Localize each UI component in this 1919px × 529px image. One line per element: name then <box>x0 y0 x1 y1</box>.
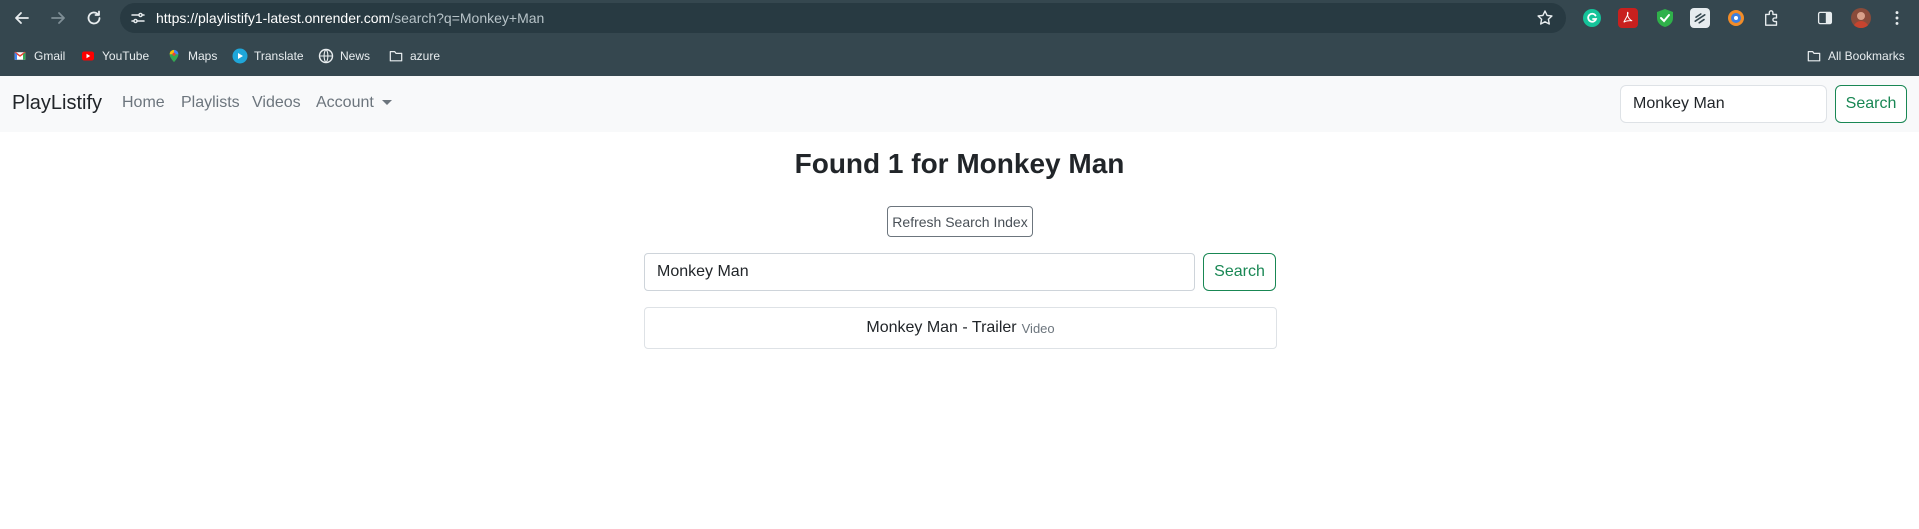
all-bookmarks-label: All Bookmarks <box>1828 49 1905 63</box>
bookmark-translate[interactable]: Translate <box>232 47 304 65</box>
zip-extension-icon[interactable] <box>1690 8 1710 28</box>
all-bookmarks-button[interactable]: All Bookmarks <box>1806 47 1905 65</box>
nav-dropdown-account[interactable]: Account <box>316 94 392 112</box>
refresh-search-index-button[interactable]: Refresh Search Index <box>887 206 1033 237</box>
translate-icon <box>232 48 248 64</box>
gmail-icon <box>12 48 28 64</box>
extensions-puzzle-icon[interactable] <box>1762 8 1782 28</box>
reload-icon <box>87 10 101 25</box>
main-search-button[interactable]: Search <box>1203 253 1276 291</box>
bookmark-label: Translate <box>254 49 304 63</box>
bookmark-label: YouTube <box>102 49 150 63</box>
app-navbar: PlayListify Home Playlists Videos Accoun… <box>0 76 1919 132</box>
main-search-input[interactable]: Monkey Man <box>644 253 1195 291</box>
nav-link-playlists[interactable]: Playlists <box>181 94 240 112</box>
result-type-label: Video <box>1021 320 1055 336</box>
nav-link-home[interactable]: Home <box>122 94 165 112</box>
url-path: /search?q=Monkey+Man <box>390 10 545 26</box>
brand-logo[interactable]: PlayListify <box>12 92 102 115</box>
folder-icon <box>1806 48 1822 64</box>
bookmark-folder-azure[interactable]: azure <box>388 47 440 65</box>
maps-icon <box>166 48 182 64</box>
folder-icon <box>388 48 404 64</box>
site-settings-icon[interactable] <box>130 10 146 26</box>
page-title: Found 1 for Monkey Man <box>794 148 1125 179</box>
bookmark-news[interactable]: News <box>318 47 370 65</box>
arrow-left-icon <box>15 12 29 24</box>
url-host: https://playlistify1-latest.onrender.com <box>156 10 391 26</box>
browser-toolbar: https://playlistify1-latest.onrender.com… <box>0 0 1919 36</box>
arrow-right-icon <box>51 12 65 24</box>
bookmarks-bar: Gmail YouTube Maps Translate News azure … <box>0 36 1919 76</box>
grammarly-icon[interactable] <box>1582 8 1602 28</box>
bookmark-label: News <box>340 49 371 63</box>
bookmark-gmail[interactable]: Gmail <box>12 47 65 65</box>
browser-menu-icon[interactable] <box>1887 8 1907 28</box>
address-bar[interactable]: https://playlistify1-latest.onrender.com… <box>120 3 1566 33</box>
navbar-search-button[interactable]: Search <box>1835 85 1907 123</box>
result-title: Monkey Man - Trailer <box>866 319 1017 336</box>
back-button[interactable] <box>10 6 34 30</box>
bookmark-label: azure <box>410 49 441 63</box>
nav-link-videos[interactable]: Videos <box>252 94 301 112</box>
bookmark-label: Maps <box>188 49 218 63</box>
nav-link-account-label: Account <box>316 94 374 111</box>
news-icon <box>318 48 334 64</box>
reload-button[interactable] <box>82 6 106 30</box>
url-text: https://playlistify1-latest.onrender.com… <box>156 10 544 26</box>
shield-check-icon[interactable] <box>1655 8 1675 28</box>
bookmark-youtube[interactable]: YouTube <box>80 47 149 65</box>
navbar-search-input[interactable]: Monkey Man <box>1620 85 1827 123</box>
profile-avatar-icon[interactable] <box>1851 8 1871 28</box>
bookmark-star-icon[interactable] <box>1536 9 1554 27</box>
adobe-pdf-icon[interactable] <box>1618 8 1638 28</box>
search-result-item[interactable]: Monkey Man - Trailer Video <box>644 307 1277 349</box>
caret-down-icon <box>381 100 392 106</box>
bookmark-label: Gmail <box>34 49 66 63</box>
colorful-extension-icon[interactable] <box>1726 8 1746 28</box>
youtube-icon <box>80 48 96 64</box>
bookmark-maps[interactable]: Maps <box>166 47 217 65</box>
side-panel-icon[interactable] <box>1815 8 1835 28</box>
forward-button[interactable] <box>46 6 70 30</box>
